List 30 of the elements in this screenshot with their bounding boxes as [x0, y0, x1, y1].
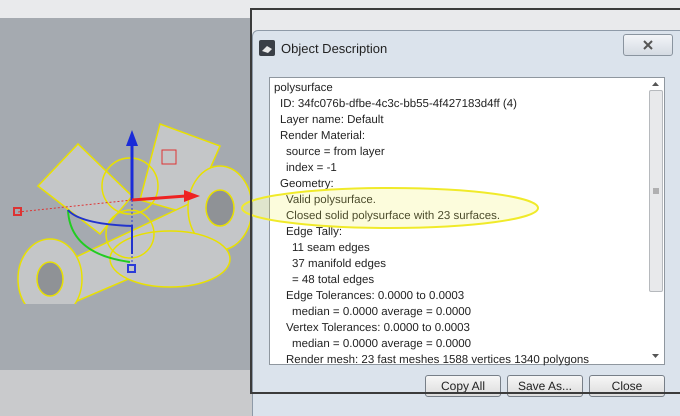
description-text-area[interactable]: [269, 77, 665, 365]
close-button[interactable]: [623, 34, 673, 56]
description-line: = 48 total edges: [291, 273, 376, 288]
description-line: Layer name: Default: [279, 113, 385, 128]
grip-icon: [652, 188, 658, 194]
dialog-button[interactable]: Close: [589, 375, 665, 397]
close-icon: [643, 40, 653, 50]
description-line: Geometry:: [279, 177, 335, 192]
description-line: 37 manifold edges: [291, 257, 387, 272]
description-line: polysurface: [274, 81, 334, 96]
scroll-up-icon: [652, 82, 659, 86]
description-line: Render mesh: 23 fast meshes 1588 vertices 1340 polygons: [285, 353, 590, 368]
description-line: 11 seam edges: [291, 241, 371, 256]
scrollbar-thumb[interactable]: [648, 90, 662, 292]
app-logo-icon: [259, 40, 275, 56]
description-line: Render Material:: [279, 129, 366, 144]
description-line: Valid polysurface.: [285, 193, 377, 208]
description-line: median = 0.0000 average = 0.0000: [291, 305, 472, 320]
description-line: Vertex Tolerances: 0.0000 to 0.0003: [285, 321, 471, 336]
description-line: Edge Tolerances: 0.0000 to 0.0003: [285, 289, 466, 304]
description-line: index = -1: [285, 161, 338, 176]
dialog-button[interactable]: Copy All: [425, 375, 501, 397]
description-line: Edge Tally:: [285, 225, 344, 240]
description-line: median = 0.0000 average = 0.0000: [291, 337, 472, 352]
description-line: source = from layer: [285, 145, 386, 160]
description-line: ID: 34fc076b-dfbe-4c3c-bb55-4f427183d4ff (4): [279, 97, 518, 112]
window-title: Object Description: [281, 40, 388, 56]
scroll-down-icon: [652, 354, 659, 358]
description-line: Closed solid polysurface with 23 surfaces.: [285, 209, 502, 224]
dialog-button[interactable]: Save As...: [507, 375, 583, 397]
